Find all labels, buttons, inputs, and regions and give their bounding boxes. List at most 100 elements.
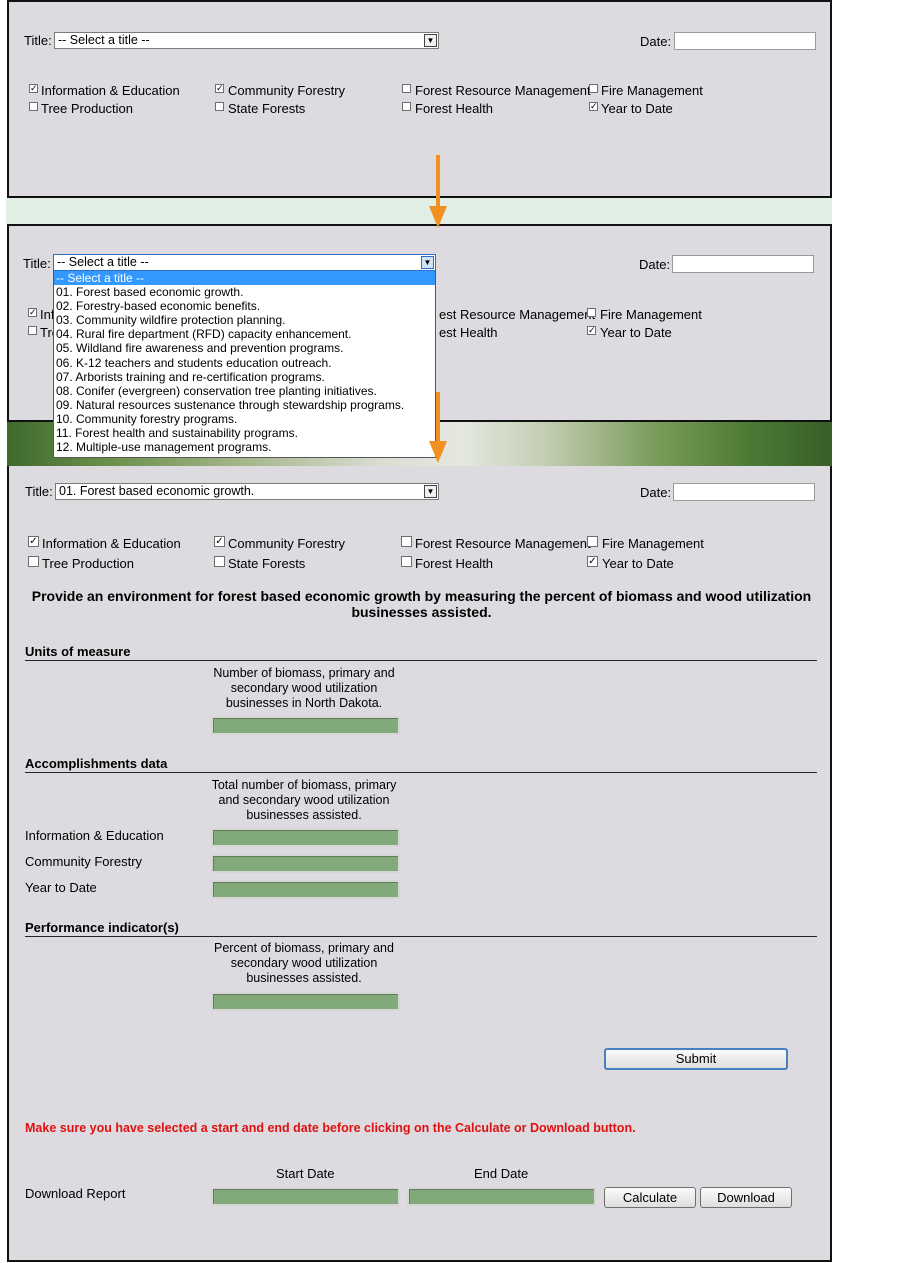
checkbox-label-community-forestry: Community Forestry: [228, 536, 346, 551]
checkbox-label-fire-mgmt: Fire Management: [601, 83, 703, 98]
checkbox-community-forestry[interactable]: ✓: [214, 536, 225, 547]
checkbox-community-forestry[interactable]: ✓: [215, 84, 224, 93]
checkbox-label-forest-resource-mgmt: Forest Resource Management: [415, 536, 591, 551]
page-heading-line: Provide an environment for forest based …: [31, 588, 812, 604]
checkbox-state-forests[interactable]: [214, 556, 225, 567]
checkbox-forest-health[interactable]: [402, 102, 411, 111]
page-heading: Provide an environment for forest based …: [23, 588, 820, 620]
checkbox-label-state-forests: State Forests: [228, 556, 306, 571]
submit-button[interactable]: Submit: [604, 1048, 788, 1070]
page-heading-line: businesses assisted.: [351, 604, 492, 620]
chevron-down-icon[interactable]: ▼: [424, 485, 437, 498]
title-select-value: -- Select a title --: [57, 255, 149, 269]
accomplishments-community-forestry-input[interactable]: [211, 854, 400, 873]
dropdown-option[interactable]: -- Select a title --: [54, 271, 435, 286]
checkbox-forest-resource-mgmt[interactable]: [402, 84, 411, 93]
checkbox-info-ed[interactable]: ✓: [28, 308, 37, 317]
checkbox-label-community-forestry: Community Forestry: [228, 83, 346, 98]
column-header-line: secondary wood utilization: [230, 681, 378, 695]
transition-arrow-shaft: [436, 155, 440, 207]
form-panel-initial: Title: -- Select a title -- ▼ Date: ✓ In…: [7, 0, 832, 198]
dropdown-option[interactable]: 12. Multiple-use management programs.: [54, 440, 435, 454]
checkbox-year-to-date[interactable]: ✓: [589, 102, 598, 111]
checkbox-fire-mgmt[interactable]: [589, 84, 598, 93]
separator-strip: [6, 198, 832, 224]
checkbox-forest-resource-mgmt[interactable]: [401, 536, 412, 547]
section-header-performance: Performance indicator(s): [25, 920, 817, 937]
checkbox-info-ed[interactable]: ✓: [29, 84, 38, 93]
checkbox-year-to-date[interactable]: ✓: [587, 326, 596, 335]
end-date-input[interactable]: [407, 1187, 596, 1206]
dropdown-option[interactable]: 05. Wildland fire awareness and preventi…: [54, 341, 435, 355]
date-input[interactable]: [672, 255, 814, 273]
download-button[interactable]: Download: [700, 1187, 792, 1208]
dropdown-option[interactable]: 07. Arborists training and re-certificat…: [54, 370, 435, 384]
date-input[interactable]: [674, 32, 816, 50]
checkbox-label-fire-mgmt: Fire Management: [600, 307, 702, 322]
accomplishments-info-ed-input[interactable]: [211, 828, 400, 847]
title-dropdown-list[interactable]: -- Select a title -- 01. Forest based ec…: [53, 270, 436, 458]
date-label: Date:: [639, 257, 671, 272]
checkbox-tree-production[interactable]: [28, 326, 37, 335]
column-header-line: businesses in North Dakota.: [225, 696, 383, 710]
checkbox-tree-production[interactable]: [29, 102, 38, 111]
dropdown-option[interactable]: 09. Natural resources sustenance through…: [54, 398, 435, 412]
title-select-open[interactable]: -- Select a title -- ▼: [53, 254, 436, 271]
date-warning-message: Make sure you have selected a start and …: [25, 1121, 636, 1135]
checkbox-label-tree-production: Tree Production: [41, 101, 134, 116]
download-report-label: Download Report: [25, 1186, 126, 1201]
arrow-down-icon: [429, 206, 447, 228]
date-label: Date:: [640, 485, 672, 500]
chevron-down-icon[interactable]: ▼: [424, 34, 437, 47]
section-header-accomplishments: Accomplishments data: [25, 756, 817, 773]
checkbox-forest-health[interactable]: [401, 556, 412, 567]
date-input[interactable]: [673, 483, 815, 501]
title-select[interactable]: -- Select a title -- ▼: [54, 32, 439, 49]
title-label: Title:: [24, 33, 52, 48]
title-label: Title:: [23, 256, 51, 271]
dropdown-option[interactable]: 03. Community wildfire protection planni…: [54, 313, 435, 327]
column-header-line: and secondary wood utilization: [218, 793, 390, 807]
section-header-units: Units of measure: [25, 644, 817, 661]
dropdown-option[interactable]: 01. Forest based economic growth.: [54, 285, 435, 299]
dropdown-option[interactable]: 11. Forest health and sustainability pro…: [54, 426, 435, 440]
checkbox-label-info-ed: Information & Education: [41, 83, 180, 98]
column-header-line: secondary wood utilization: [230, 956, 378, 970]
units-input[interactable]: [211, 716, 400, 735]
units-column-header: Number of biomass, primary and secondary…: [204, 666, 404, 711]
title-select[interactable]: 01. Forest based economic growth. ▼: [55, 483, 439, 500]
checkbox-label-year-to-date: Year to Date: [602, 556, 674, 571]
row-label-year-to-date: Year to Date: [25, 880, 97, 895]
accomplishments-column-header: Total number of biomass, primary and sec…: [204, 778, 404, 823]
dropdown-option[interactable]: 04. Rural fire department (RFD) capacity…: [54, 327, 435, 341]
row-label-info-ed: Information & Education: [25, 828, 164, 843]
performance-column-header: Percent of biomass, primary and secondar…: [204, 941, 404, 986]
row-label-community-forestry: Community Forestry: [25, 854, 143, 869]
checkbox-label-year-to-date: Year to Date: [601, 101, 673, 116]
checkbox-label-forest-health-partial: est Health: [439, 325, 498, 340]
accomplishments-year-to-date-input[interactable]: [211, 880, 400, 899]
dropdown-option[interactable]: 06. K-12 teachers and students education…: [54, 356, 435, 370]
chevron-down-icon[interactable]: ▼: [421, 256, 434, 269]
arrow-down-icon: [429, 441, 447, 463]
start-date-input[interactable]: [211, 1187, 400, 1206]
checkbox-year-to-date[interactable]: ✓: [587, 556, 598, 567]
dropdown-option[interactable]: 02. Forestry-based economic benefits.: [54, 299, 435, 313]
dropdown-option[interactable]: 08. Conifer (evergreen) conservation tre…: [54, 384, 435, 398]
title-label: Title:: [25, 484, 53, 499]
column-header-line: Total number of biomass, primary: [211, 778, 397, 792]
checkbox-label-tree-production: Tree Production: [42, 556, 135, 571]
column-header-line: businesses assisted.: [246, 971, 362, 985]
checkbox-label-forest-health: Forest Health: [415, 556, 494, 571]
end-date-label: End Date: [474, 1166, 529, 1181]
checkbox-info-ed[interactable]: ✓: [28, 536, 39, 547]
column-header-line: Percent of biomass, primary and: [214, 941, 394, 955]
start-date-label: Start Date: [276, 1166, 335, 1181]
performance-input[interactable]: [211, 992, 400, 1011]
checkbox-fire-mgmt[interactable]: [587, 308, 596, 317]
calculate-button[interactable]: Calculate: [604, 1187, 696, 1208]
checkbox-state-forests[interactable]: [215, 102, 224, 111]
checkbox-tree-production[interactable]: [28, 556, 39, 567]
checkbox-fire-mgmt[interactable]: [587, 536, 598, 547]
dropdown-option[interactable]: 10. Community forestry programs.: [54, 412, 435, 426]
